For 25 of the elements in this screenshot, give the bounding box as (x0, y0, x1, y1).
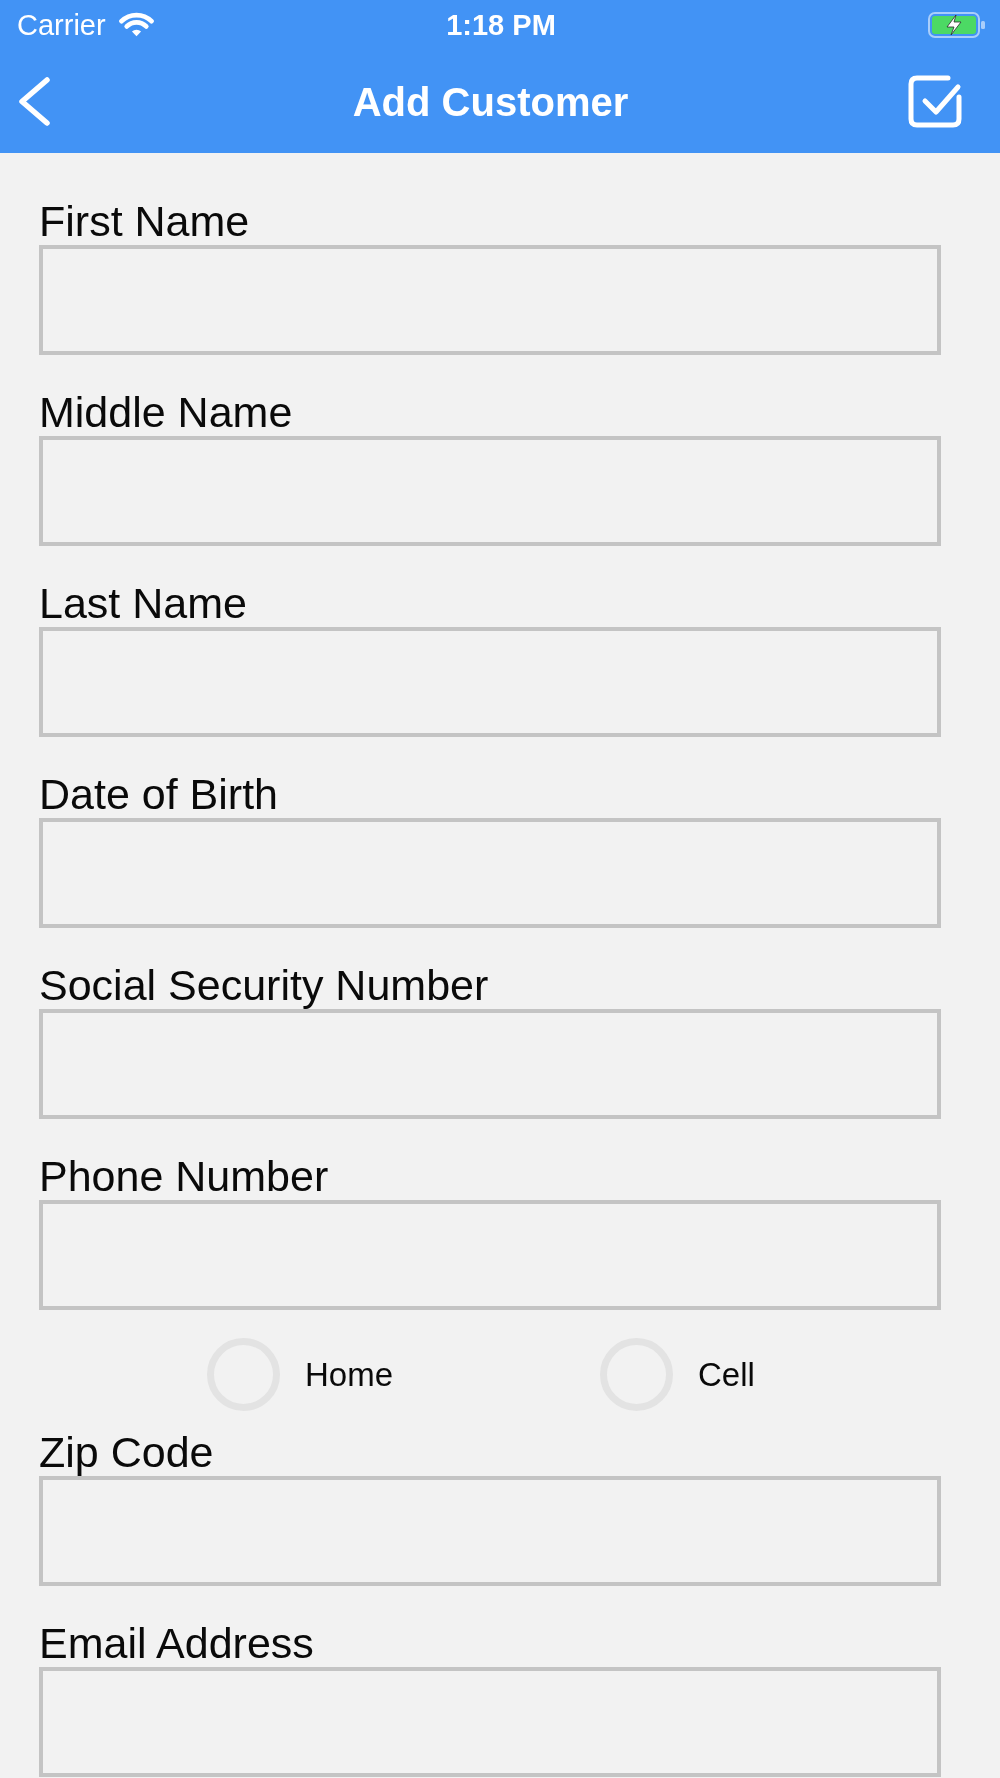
field-label: Phone Number (39, 1152, 330, 1200)
wifi-icon (118, 12, 154, 38)
input-field[interactable] (39, 627, 941, 737)
input-field[interactable] (39, 1667, 941, 1777)
check-square-icon[interactable] (908, 75, 962, 128)
field-label: First Name (39, 197, 251, 245)
battery-charging-icon (928, 12, 985, 38)
back-icon[interactable] (19, 77, 50, 126)
screen-title: Add Customer (352, 78, 629, 125)
field-label: Email Address (39, 1619, 315, 1667)
field-label: Zip Code (39, 1428, 215, 1476)
field-label: Date of Birth (39, 770, 279, 818)
field-label: Last Name (39, 579, 248, 627)
field-label: Social Security Number (39, 961, 490, 1009)
radio-option[interactable]: Cell (600, 1338, 755, 1411)
input-field[interactable] (39, 1200, 941, 1310)
input-field[interactable] (39, 818, 941, 928)
input-field[interactable] (39, 1476, 941, 1586)
input-field[interactable] (39, 436, 941, 546)
carrier-name: Carrier (17, 9, 106, 41)
input-field[interactable] (39, 245, 941, 355)
radio-option[interactable]: Home (207, 1338, 394, 1411)
status-time: 1:18 PM (446, 9, 556, 41)
input-field[interactable] (39, 1009, 941, 1119)
field-label: Middle Name (39, 388, 294, 436)
